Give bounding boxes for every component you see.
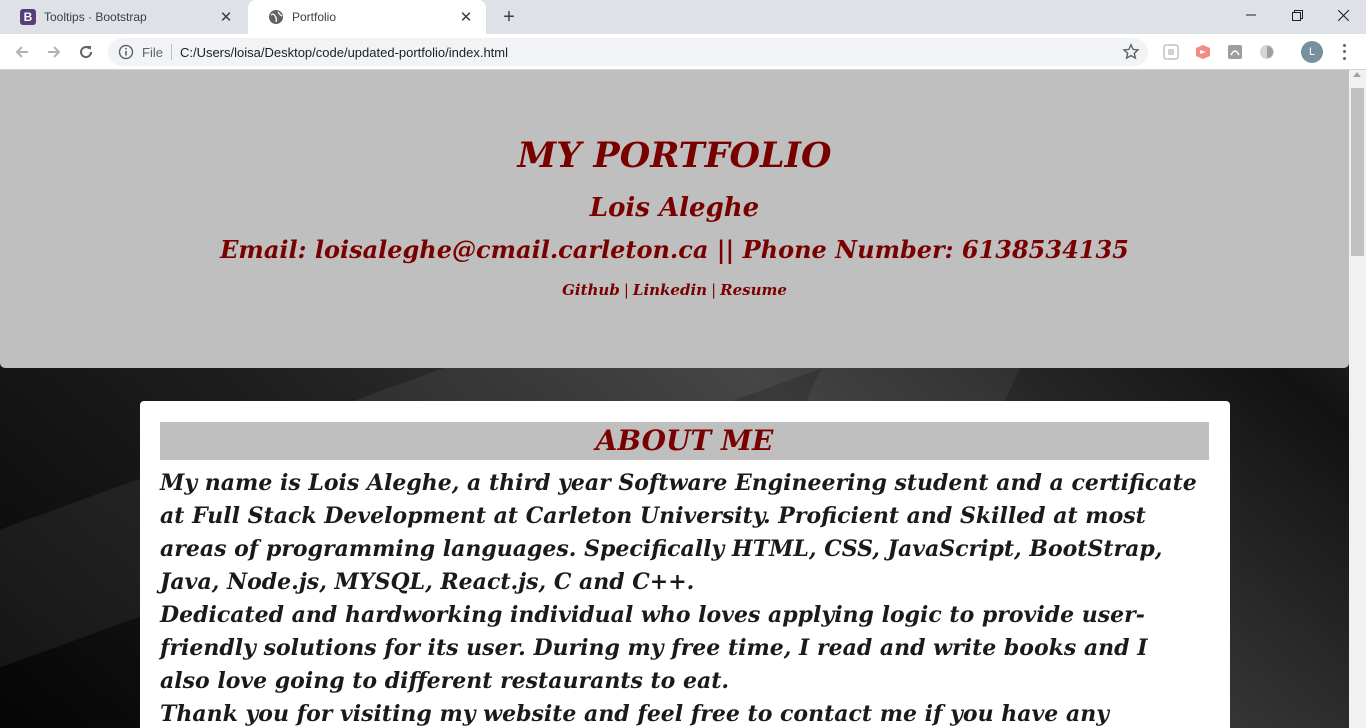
url-text[interactable]: C:/Users/loisa/Desktop/code/updated-port… bbox=[180, 45, 1122, 60]
close-icon[interactable]: ✕ bbox=[458, 9, 474, 26]
scheme-label: File bbox=[142, 44, 163, 60]
tab-portfolio[interactable]: Portfolio ✕ bbox=[248, 0, 486, 34]
browser-toolbar: File C:/Users/loisa/Desktop/code/updated… bbox=[0, 34, 1366, 70]
menu-icon[interactable] bbox=[1336, 42, 1352, 62]
window-close-button[interactable] bbox=[1320, 0, 1366, 30]
tab-title: Portfolio bbox=[292, 10, 337, 24]
scrollbar-thumb[interactable] bbox=[1351, 88, 1364, 256]
vertical-scrollbar[interactable] bbox=[1349, 70, 1366, 728]
github-link[interactable]: Github bbox=[562, 281, 620, 299]
tab-title: Tooltips · Bootstrap bbox=[44, 10, 147, 24]
forward-button[interactable] bbox=[40, 38, 68, 66]
tab-strip: B Tooltips · Bootstrap ✕ Portfolio ✕ + bbox=[0, 0, 1366, 34]
globe-icon bbox=[268, 9, 284, 25]
address-bar[interactable]: File C:/Users/loisa/Desktop/code/updated… bbox=[108, 38, 1148, 66]
contact-info: Email: loisaleghe@cmail.carleton.ca || P… bbox=[220, 235, 1129, 264]
hero-section: MY PORTFOLIO Lois Aleghe Email: loisaleg… bbox=[0, 70, 1349, 368]
page-title: MY PORTFOLIO bbox=[517, 135, 832, 176]
reload-icon bbox=[80, 46, 93, 59]
reload-button[interactable] bbox=[72, 38, 100, 66]
pdf-icon[interactable] bbox=[1226, 43, 1244, 61]
extension-icon[interactable] bbox=[1162, 43, 1180, 61]
arrow-left-icon bbox=[15, 46, 28, 58]
scroll-up-icon[interactable] bbox=[1353, 72, 1361, 77]
star-icon[interactable] bbox=[1122, 43, 1140, 61]
link-separator: | bbox=[623, 281, 629, 299]
resume-link[interactable]: Resume bbox=[720, 281, 787, 299]
about-paragraph: My name is Lois Aleghe, a third year Sof… bbox=[160, 470, 1197, 595]
extension-icon[interactable] bbox=[1258, 43, 1276, 61]
about-paragraph: Thank you for visiting my website and fe… bbox=[160, 701, 1109, 727]
owner-name: Lois Aleghe bbox=[589, 193, 760, 223]
info-icon bbox=[118, 44, 134, 60]
avatar[interactable]: L bbox=[1301, 41, 1323, 63]
divider bbox=[170, 44, 172, 60]
linkedin-link[interactable]: Linkedin bbox=[633, 281, 707, 299]
link-separator: | bbox=[711, 281, 717, 299]
tab-bootstrap[interactable]: B Tooltips · Bootstrap ✕ bbox=[0, 0, 246, 34]
about-heading: ABOUT ME bbox=[160, 422, 1209, 460]
page-viewport: MY PORTFOLIO Lois Aleghe Email: loisaleg… bbox=[0, 70, 1349, 728]
extension-icon[interactable] bbox=[1194, 43, 1212, 61]
social-links: Github | Linkedin | Resume bbox=[0, 280, 1349, 300]
restore-button[interactable] bbox=[1274, 0, 1320, 30]
new-tab-button[interactable]: + bbox=[497, 5, 521, 29]
bootstrap-icon: B bbox=[20, 9, 36, 25]
about-paragraph: Dedicated and hardworking individual who… bbox=[160, 602, 1148, 694]
back-button[interactable] bbox=[8, 38, 36, 66]
minimize-button[interactable] bbox=[1228, 0, 1274, 30]
bootstrap-logo: B bbox=[20, 9, 36, 25]
close-icon[interactable]: ✕ bbox=[218, 9, 234, 26]
about-card: ABOUT ME My name is Lois Aleghe, a third… bbox=[140, 401, 1230, 728]
arrow-right-icon bbox=[48, 46, 61, 58]
